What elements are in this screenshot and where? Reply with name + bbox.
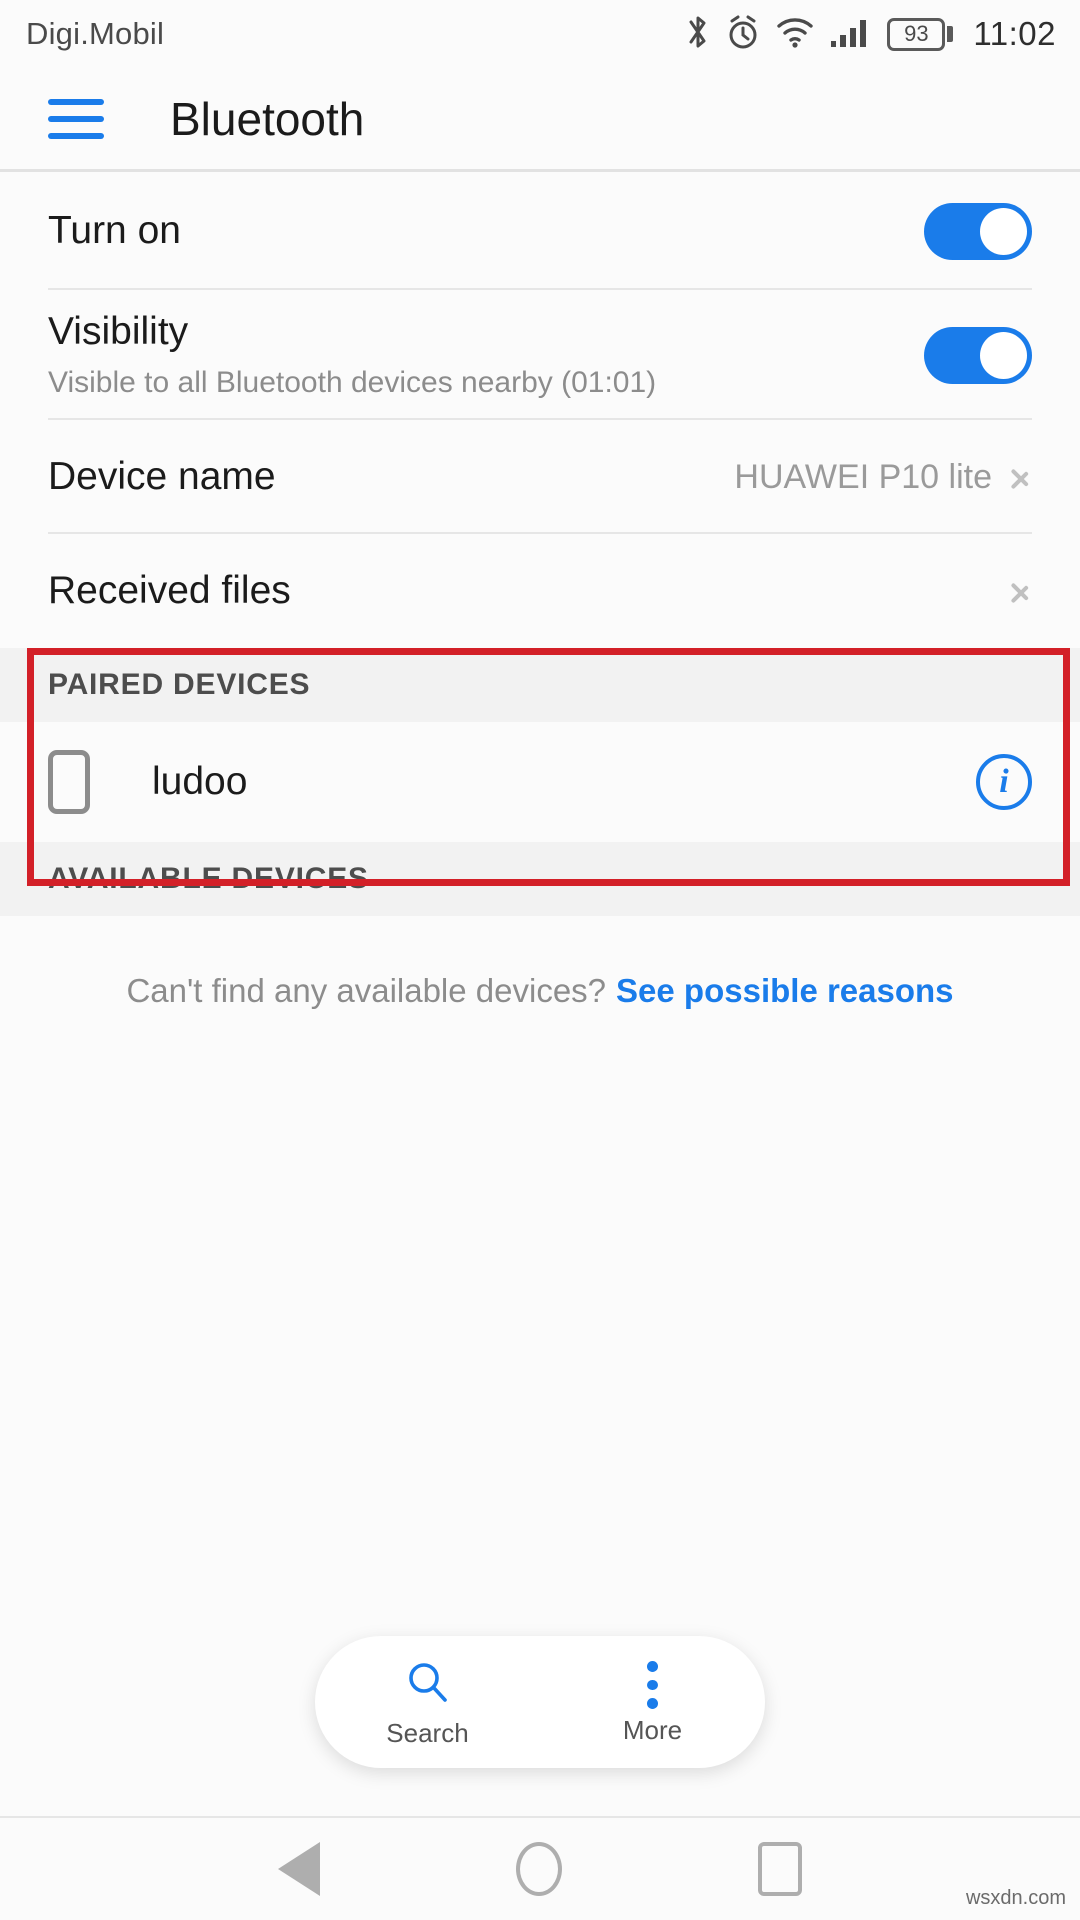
wifi-icon [775,15,815,54]
setting-row-visibility[interactable]: Visibility Visible to all Bluetooth devi… [0,290,1080,420]
hamburger-menu-icon[interactable] [48,98,104,139]
search-button[interactable]: Search [315,1659,540,1746]
status-bar: Digi.Mobil 93 11:02 [0,0,1080,68]
no-devices-hint-text: Can't find any available devices? [126,972,607,1009]
clock-label: 11:02 [973,15,1056,52]
signal-icon [829,15,873,54]
paired-devices-header: PAIRED DEVICES [0,648,1080,722]
paired-device-name: ludoo [152,760,248,803]
action-pill: Search More [315,1636,765,1768]
turn-on-label: Turn on [48,208,181,252]
carrier-label: Digi.Mobil [26,16,165,51]
turn-on-toggle[interactable] [924,202,1032,260]
received-files-label: Received files [48,568,291,612]
recents-button-icon[interactable] [758,1842,802,1896]
android-nav-bar [0,1816,1080,1920]
paired-device-row[interactable]: ludoo i [0,722,1080,842]
visibility-sublabel: Visible to all Bluetooth devices nearby … [48,366,657,400]
battery-icon: 93 [887,17,954,51]
no-devices-hint: Can't find any available devices? See po… [0,916,1080,1066]
available-devices-header: AVAILABLE DEVICES [0,842,1080,916]
page-title: Bluetooth [170,92,365,145]
alarm-icon [725,13,761,56]
status-icons: 93 11:02 [685,13,1056,56]
app-bar: Bluetooth [0,68,1080,172]
home-button-icon[interactable] [516,1842,562,1896]
phone-icon [48,750,90,814]
visibility-label: Visibility [48,309,189,353]
more-label: More [622,1715,683,1745]
bottom-action-bar: Search More [0,1636,1080,1768]
paired-devices-section: PAIRED DEVICES ludoo i [0,648,1080,886]
setting-row-device-name[interactable]: Device name HUAWEI P10 lite [0,420,1080,534]
phone-screen: Digi.Mobil 93 11:02 Bluetooth Turn on Vi… [0,0,1080,1920]
chevron-right-icon [1010,457,1032,497]
battery-level-label: 93 [904,21,929,46]
chevron-right-icon [1010,571,1032,611]
device-name-label: Device name [48,454,276,498]
watermark-label: wsxdn.com [965,1887,1066,1909]
info-icon[interactable]: i [976,754,1032,810]
back-button-icon[interactable] [278,1842,320,1896]
search-icon [404,1659,452,1712]
setting-row-received-files[interactable]: Received files [0,534,1080,648]
more-vertical-icon [647,1661,658,1710]
device-name-value: HUAWEI P10 lite [734,457,992,496]
visibility-toggle[interactable] [924,326,1032,384]
search-label: Search [386,1717,469,1748]
setting-row-turn-on[interactable]: Turn on [0,172,1080,290]
bluetooth-icon [685,13,711,56]
more-button[interactable]: More [540,1661,765,1743]
see-possible-reasons-link[interactable]: See possible reasons [616,972,954,1010]
